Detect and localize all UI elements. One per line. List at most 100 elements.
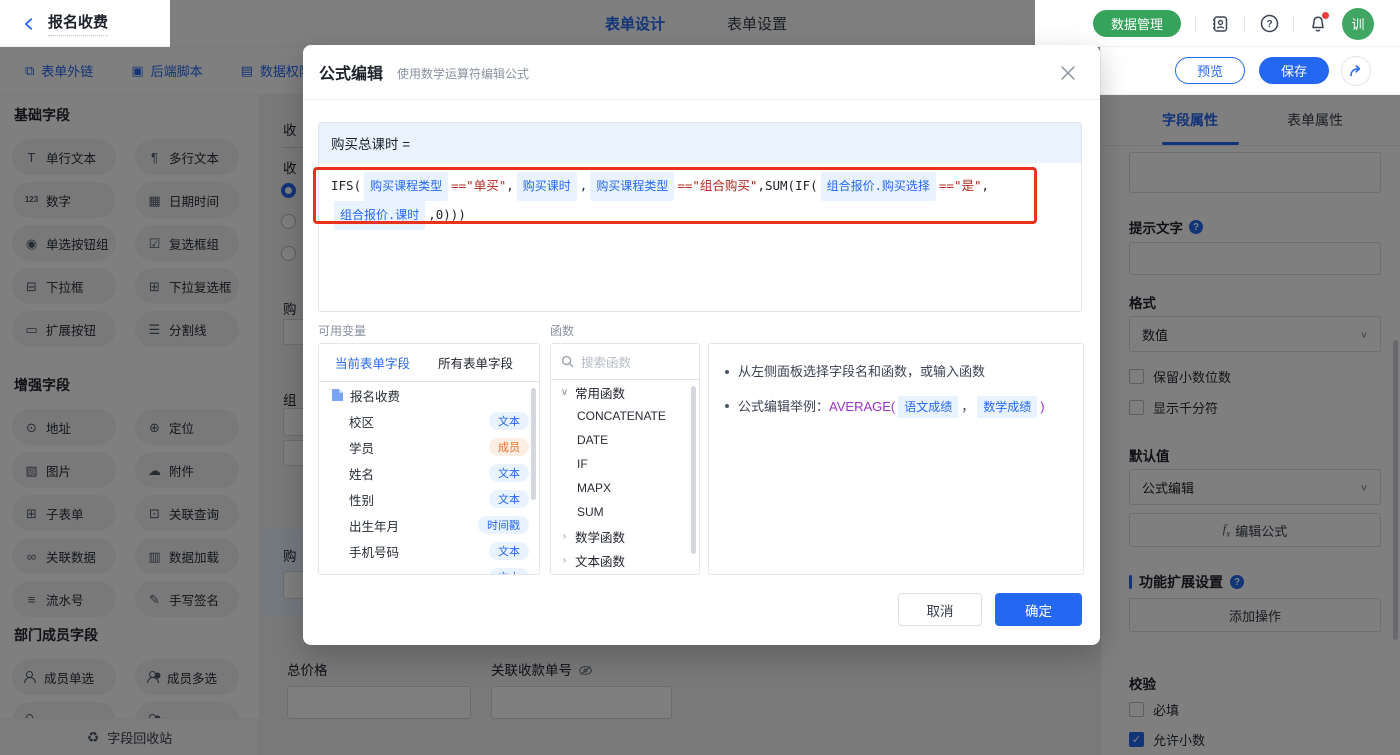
functions-scrollbar[interactable] xyxy=(691,386,696,554)
variables-tabs: 当前表单字段 所有表单字段 xyxy=(319,344,539,382)
variable-field-row[interactable]: 出生年月 时间戳 xyxy=(319,512,539,538)
function-item[interactable]: IF xyxy=(551,452,699,476)
variables-label: 可用变量 xyxy=(318,324,367,338)
caret-down-icon: ∨ xyxy=(560,386,569,398)
variable-field-row[interactable]: 性别 文本 xyxy=(319,486,539,512)
form-title[interactable]: 报名收费 xyxy=(48,11,109,36)
topbar-left-group: 报名收费 xyxy=(20,0,109,47)
formula-editor: 购买总课时 = IFS(购买课程类型 =="单买", 购买课时, 购买课程类型 =="组… xyxy=(318,122,1082,312)
avatar[interactable]: 训 xyxy=(1342,7,1374,40)
modal-header: 公式编辑 使用数学运算符编辑公式 xyxy=(303,45,1100,100)
functions-panel: 搜索函数 ∨ 常用函数 CONCATENATE DATE IF MAPX SUM › 数学函数 ›… xyxy=(550,343,700,575)
share-button[interactable] xyxy=(1341,56,1371,86)
hint-line: 从左侧面板选择字段名和函数，或输入函数 xyxy=(725,362,1067,382)
example-token: ) xyxy=(1040,399,1045,414)
function-item[interactable]: MAPX xyxy=(551,476,699,500)
field-type-badge: 文本 xyxy=(489,542,529,560)
field-chip[interactable]: 组合报价.课时 xyxy=(334,201,426,230)
formula-token: , xyxy=(506,178,514,193)
app-screen: 报名收费 表单设计表单设置 数据管理 ? 训 ⧉表单外链▣后端脚本▤数据权限 预… xyxy=(0,0,1400,755)
function-search[interactable]: 搜索函数 xyxy=(551,344,699,380)
variable-field-row[interactable]: 姓名 文本 xyxy=(319,460,539,486)
search-placeholder: 搜索函数 xyxy=(581,356,632,370)
variable-field-row[interactable]: 手机号码 文本 xyxy=(319,538,539,564)
notification-badge xyxy=(1322,11,1329,19)
preview-button[interactable]: 预览 xyxy=(1175,57,1245,84)
field-type-badge: 成员 xyxy=(489,438,529,456)
tab-all-form-fields[interactable]: 所有表单字段 xyxy=(438,353,513,372)
variables-list: 报名收费校区文本学员成员姓名文本性别文本出生年月时间戳手机号码文本文本 xyxy=(319,382,539,574)
modal-title: 公式编辑 xyxy=(319,66,384,83)
function-group-name: 常用函数 xyxy=(575,386,626,401)
formula-line: IFS(购买课程类型 =="单买", 购买课时, 购买课程类型 =="组合购买",SUM… xyxy=(331,172,1069,201)
caret-right-icon: › xyxy=(562,530,567,542)
formula-target: 购买总课时 = xyxy=(319,123,1081,163)
formula-editor-modal: 公式编辑 使用数学运算符编辑公式 购买总课时 = IFS(购买课程类型 =="单买… xyxy=(303,45,1100,645)
field-type-badge: 文本 xyxy=(489,464,529,482)
action-strip: 预览 保存 xyxy=(1100,47,1400,95)
variable-field-name: 校区 xyxy=(349,415,375,430)
variables-form-name: 报名收费 xyxy=(350,389,401,404)
variable-field-row[interactable]: 学员 成员 xyxy=(319,434,539,460)
notification-bell-icon[interactable] xyxy=(1308,11,1329,34)
data-manage-button[interactable]: 数据管理 xyxy=(1092,10,1181,37)
function-item[interactable]: CONCATENATE xyxy=(551,404,699,428)
field-type-badge: 文本 xyxy=(489,490,529,508)
variables-scrollbar[interactable] xyxy=(531,388,536,500)
hint-example-line: 公式编辑举例：AVERAGE(语文成绩，数学成绩) xyxy=(725,396,1067,418)
search-icon xyxy=(561,355,574,368)
formula-line: 组合报价.课时 ,0))) xyxy=(331,201,1069,230)
confirm-button[interactable]: 确定 xyxy=(995,593,1082,626)
field-chip[interactable]: 购买课时 xyxy=(516,172,577,201)
help-icon[interactable]: ? xyxy=(1259,14,1279,34)
share-arrow-icon xyxy=(1350,65,1361,77)
formula-token: ,SUM(IF( xyxy=(757,178,818,193)
variable-field-row[interactable]: 文本 xyxy=(319,564,539,574)
bullet xyxy=(725,370,729,374)
formula-token: =="组合购买" xyxy=(677,178,758,193)
variable-field-row[interactable]: 校区 文本 xyxy=(319,408,539,434)
modal-overlay xyxy=(170,0,1035,47)
example-token: ， xyxy=(961,399,975,414)
divider xyxy=(1195,15,1196,32)
topbar-right-group: 数据管理 ? 训 xyxy=(1092,0,1374,47)
formula-token: ,0))) xyxy=(428,207,466,222)
cancel-button[interactable]: 取消 xyxy=(898,593,982,626)
formula-token: =="是" xyxy=(938,178,982,193)
formula-editor-text[interactable]: IFS(购买课程类型 =="单买", 购买课时, 购买课程类型 =="组合购买",SUM… xyxy=(319,163,1081,239)
function-item[interactable]: SUM xyxy=(551,500,699,524)
formula-token: IFS( xyxy=(331,178,362,193)
contacts-icon[interactable] xyxy=(1210,14,1230,34)
svg-text:?: ? xyxy=(1266,19,1272,30)
divider xyxy=(1293,15,1294,32)
functions-label: 函数 xyxy=(550,324,575,338)
field-chip[interactable]: 购买课程类型 xyxy=(364,172,449,201)
field-chip[interactable]: 购买课程类型 xyxy=(590,172,675,201)
divider xyxy=(1244,15,1245,32)
field-type-badge: 时间戳 xyxy=(478,516,529,534)
functions-list: ∨ 常用函数 CONCATENATE DATE IF MAPX SUM › 数学函数 › 文本函数 xyxy=(551,380,699,572)
example-token: AVERAGE( xyxy=(829,399,896,414)
variables-form-row[interactable]: 报名收费 xyxy=(319,382,539,408)
back-chevron-icon xyxy=(24,17,33,30)
file-icon xyxy=(331,388,344,402)
hint-panel: 从左侧面板选择字段名和函数，或输入函数 公式编辑举例：AVERAGE(语文成绩，… xyxy=(708,343,1084,575)
modal-overlay xyxy=(1100,95,1400,755)
field-chip[interactable]: 组合报价.购买选择 xyxy=(820,172,936,201)
variable-field-name: 性别 xyxy=(349,493,375,508)
formula-token: =="单买" xyxy=(451,178,507,193)
function-group-row[interactable]: › 数学函数 xyxy=(551,524,699,548)
save-button[interactable]: 保存 xyxy=(1259,57,1329,84)
formula-example: AVERAGE(语文成绩，数学成绩) xyxy=(829,396,1045,418)
tab-current-form-fields[interactable]: 当前表单字段 xyxy=(335,353,410,372)
function-group-row[interactable]: ∨ 常用函数 xyxy=(551,380,699,404)
modal-subtitle: 使用数学运算符编辑公式 xyxy=(397,66,530,81)
function-item[interactable]: DATE xyxy=(551,428,699,452)
back-button[interactable] xyxy=(20,15,38,33)
formula-token: , xyxy=(981,178,990,193)
variable-field-name: 手机号码 xyxy=(349,545,400,560)
close-icon[interactable] xyxy=(1060,65,1076,81)
variable-field-name: 出生年月 xyxy=(349,519,400,534)
field-chip: 语文成绩 xyxy=(898,396,959,418)
function-group-row[interactable]: › 文本函数 xyxy=(551,548,699,572)
